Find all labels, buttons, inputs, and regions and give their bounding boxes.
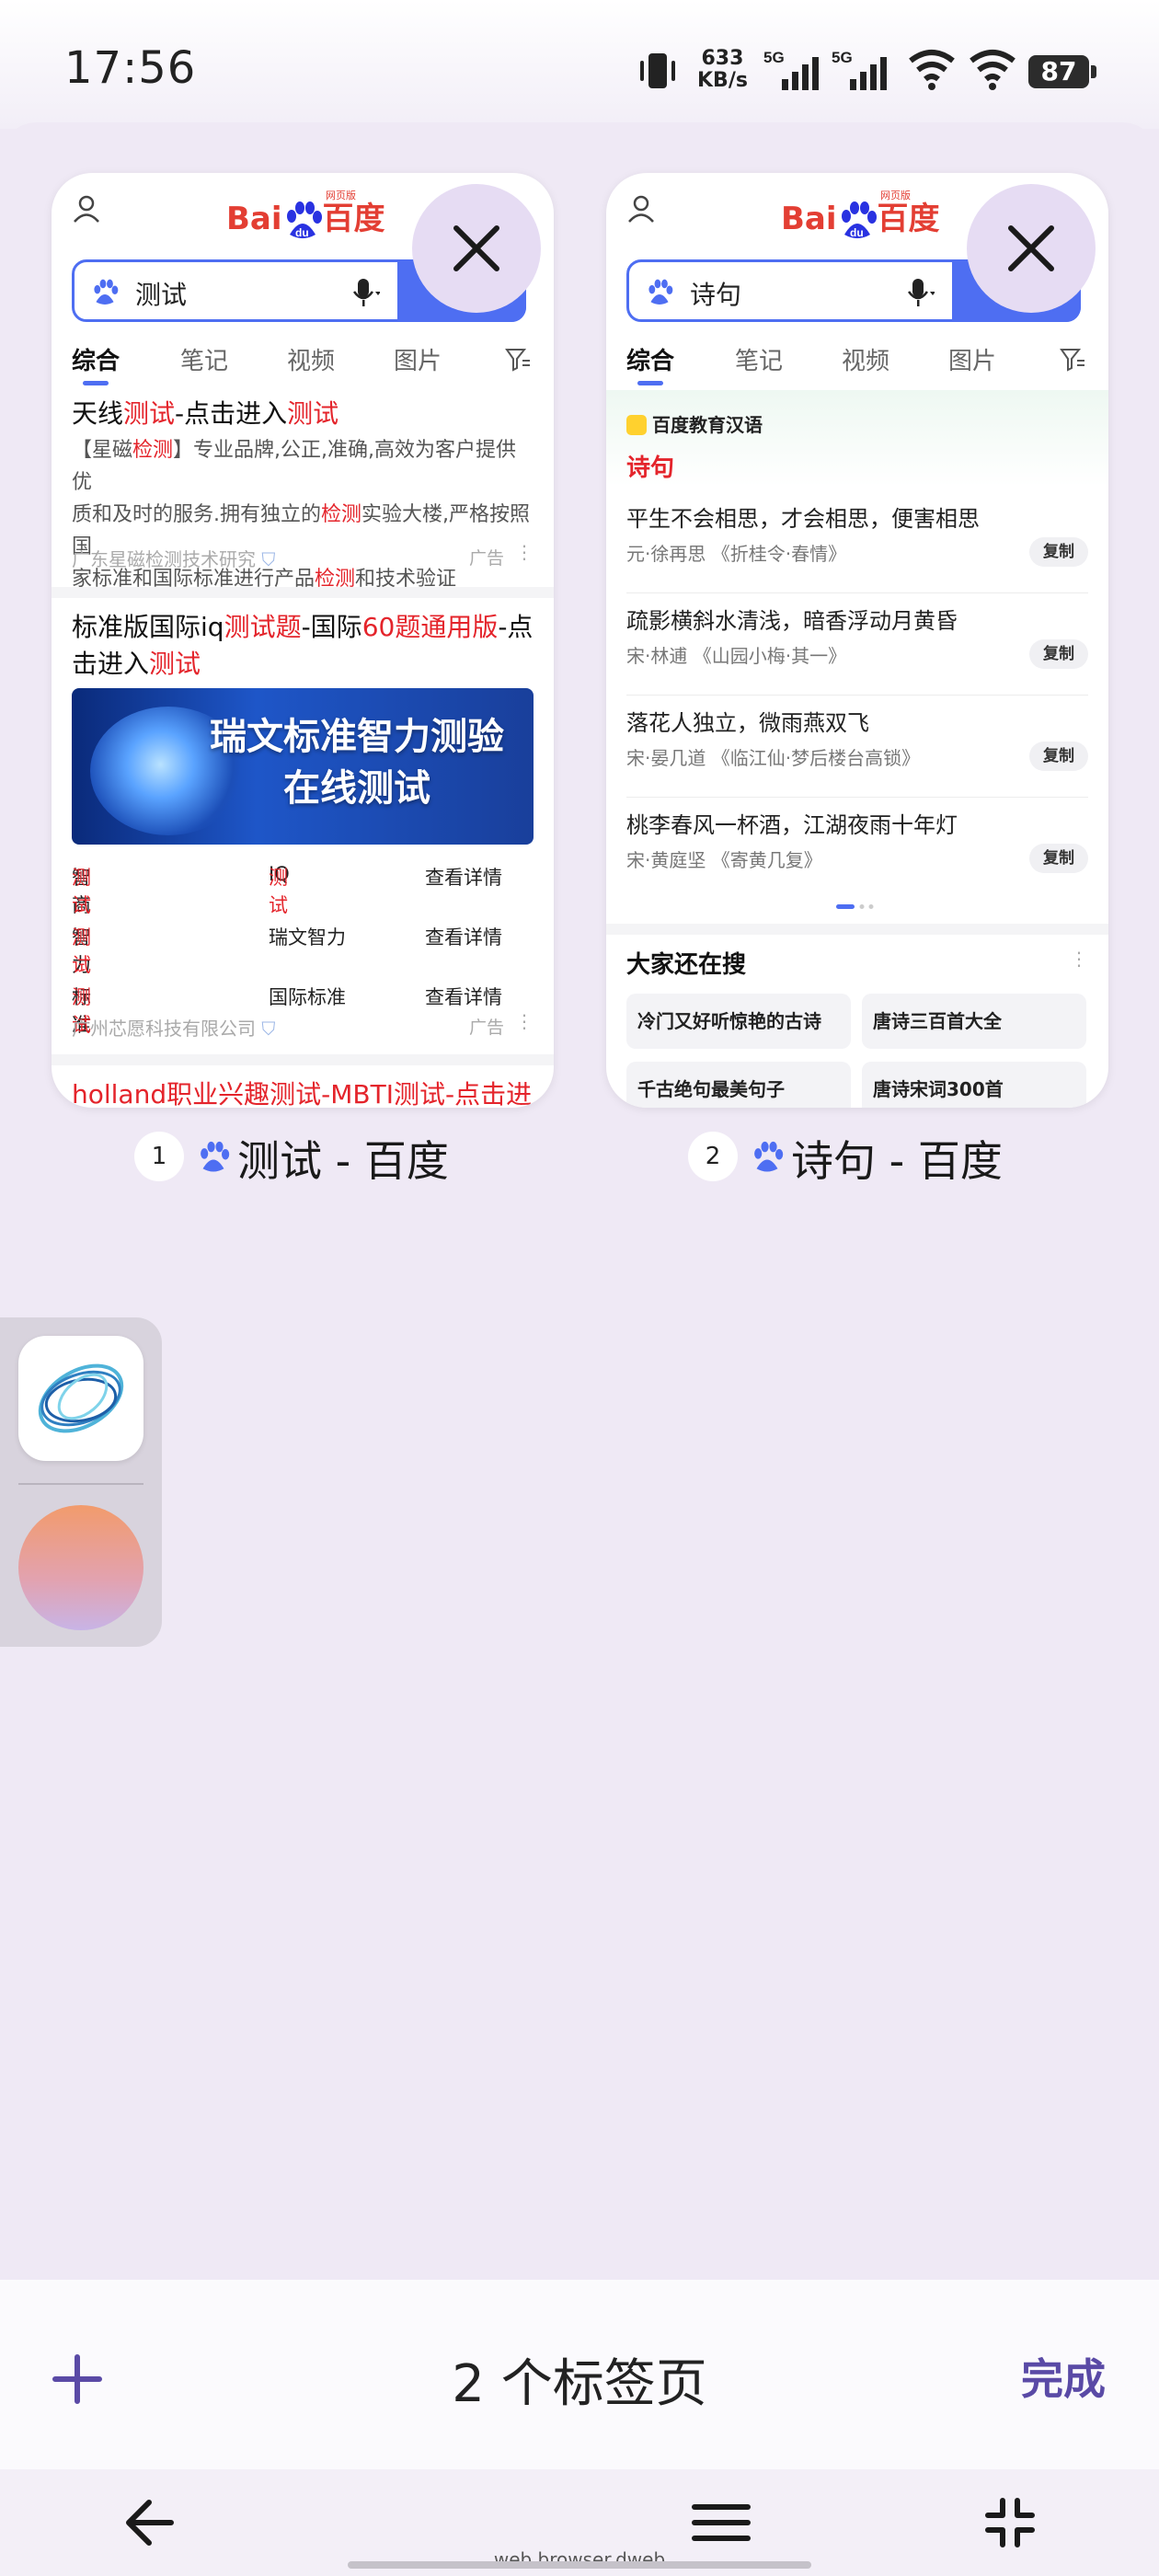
filter-tab: 视频 [842,348,890,375]
tab-card-2[interactable]: Bai du 百度 网页版 诗句 综合 笔记 视频 图片 百度教育汉语 诗句 平… [606,173,1108,1108]
minimize-icon[interactable] [984,2497,1036,2548]
more-icon: ⋮ [515,1010,534,1032]
filter-tab: 图片 [394,348,442,375]
tab-index: 1 [134,1132,184,1181]
back-icon[interactable] [123,2497,178,2548]
sitelink-row: 智商 测试 IQ 测试 查看详情 [72,863,502,916]
home-indicator[interactable] [348,2561,811,2569]
edu-badge: 百度教育汉语 [626,410,763,437]
copy-button: 复制 [1029,844,1088,873]
net-speed: 633 KB/s [697,47,748,92]
baidu-logo: Bai du 百度 网页版 [226,190,385,239]
microphone-icon [907,279,935,306]
dock-app-icon[interactable] [18,1336,143,1461]
result-title: holland职业兴趣测试-MBTI测试-点击进 [72,1079,533,1108]
search-query: 测试 [135,280,188,310]
baidu-paw-icon [648,279,673,305]
copy-button: 复制 [1029,639,1088,669]
baidu-logo: Bai du 百度 网页版 [781,190,940,239]
poem-item: 桃李春风一杯酒，江湖夜雨十年灯 宋·黄庭坚 《寄黄几复》 复制 [626,807,1088,908]
user-icon [74,195,99,223]
tab-card-1[interactable]: Bai du 百度 网页版 测试 综合 笔记 视频 图片 天线测试-点击进入测试… [52,173,554,1108]
tab-title: 诗句 - 百度 [791,1136,1003,1186]
favicon-icon [754,1141,784,1172]
active-tab-indicator [83,381,109,385]
menu-icon[interactable] [692,2501,751,2545]
edu-logo-icon [626,415,647,435]
filter-tab: 综合 [72,348,120,375]
favicon-icon [201,1141,230,1172]
filter-tabs: 综合 笔记 视频 图片 [626,342,1096,385]
related-search-chip: 冷门又好听惊艳的古诗 [626,994,851,1049]
baidu-paw-icon: du [286,201,322,239]
wifi-icon [909,50,955,90]
filter-tab: 笔记 [735,348,784,375]
filter-tab: 视频 [287,348,336,375]
tab-title: 测试 - 百度 [237,1136,449,1186]
active-tab-indicator [637,381,663,385]
user-icon [628,195,654,223]
ad-banner-image: 瑞文标准智力测验 在线测试 [72,688,534,845]
result-title: 标准版国际iq测试题-国际60题通用版-点 击进入测试 [72,612,534,679]
result-title: 天线测试-点击进入测试 [72,398,339,429]
poem-item: 平生不会相思，才会相思，便害相思 元·徐再思 《折桂令·春情》 复制 [626,500,1088,602]
filter-tab: 图片 [948,348,997,375]
poem-item: 落花人独立，微雨燕双飞 宋·晏几道 《临江仙·梦后楼台高锁》 复制 [626,705,1088,806]
copy-button: 复制 [1029,742,1088,771]
related-search-chip: 唐诗三百首大全 [862,994,1086,1049]
swirl-app-icon [38,1363,124,1433]
clock: 17:56 [64,42,197,94]
signal-5g-icon-2: 5G [832,49,887,90]
done-button[interactable]: 完成 [1021,2346,1106,2407]
result-divider [52,1054,554,1065]
svg-text:5G: 5G [832,49,853,66]
close-tab-button[interactable] [412,184,541,313]
related-search-chip: 唐诗宋词300首 [862,1062,1086,1108]
svg-text:5G: 5G [763,49,785,66]
poetry-card: 百度教育汉语 诗句 平生不会相思，才会相思，便害相思 元·徐再思 《折桂令·春情… [606,390,1108,924]
svg-text:du: du [295,226,309,239]
wifi-icon-2 [970,50,1016,90]
carousel-pager [836,904,874,909]
assistant-ball-button[interactable] [18,1505,143,1630]
filter-tabs: 综合 笔记 视频 图片 [72,342,541,385]
tab-index: 2 [688,1132,738,1181]
more-icon: ⋮ [1070,948,1088,970]
svg-text:du: du [850,226,864,239]
filter-tab: 综合 [626,348,675,375]
signal-5g-icon: 5G [763,49,819,90]
ad-label: 广告 [468,1018,504,1038]
result-source: 广州芯愿科技有限公司 ⛉ [72,1018,276,1040]
sitelink-row: 智力 测试 瑞文智力 查看详情 [72,926,502,976]
filter-icon [505,349,530,372]
result-divider [52,587,554,598]
baidu-paw-icon [94,279,119,305]
tab-count-label: 2 个标签页 [452,2354,707,2414]
search-query: 诗句 [690,280,742,310]
also-search-title: 大家还在搜 [626,951,747,979]
result-divider [606,924,1108,935]
dock-divider [18,1483,143,1485]
poem-item: 疏影横斜水清浅，暗香浮动月黄昏 宋·林逋 《山园小梅·其一》 复制 [626,603,1088,704]
more-icon: ⋮ [515,541,534,563]
related-search-chip: 千古绝句最美句子 [626,1062,851,1108]
result-source: 广东星磁检测技术研究 ⛉ [72,548,276,570]
vibrate-icon [640,53,675,88]
close-tab-button[interactable] [967,184,1096,313]
close-icon [1008,225,1054,271]
battery-indicator: 87 [1028,55,1096,88]
ad-label: 广告 [468,548,504,569]
baidu-paw-icon: du [841,201,877,239]
microphone-icon [352,279,380,306]
edu-title: 诗句 [626,454,675,482]
filter-icon [1060,349,1084,372]
copy-button: 复制 [1029,537,1088,567]
close-icon [453,225,499,271]
filter-tab: 笔记 [180,348,229,375]
